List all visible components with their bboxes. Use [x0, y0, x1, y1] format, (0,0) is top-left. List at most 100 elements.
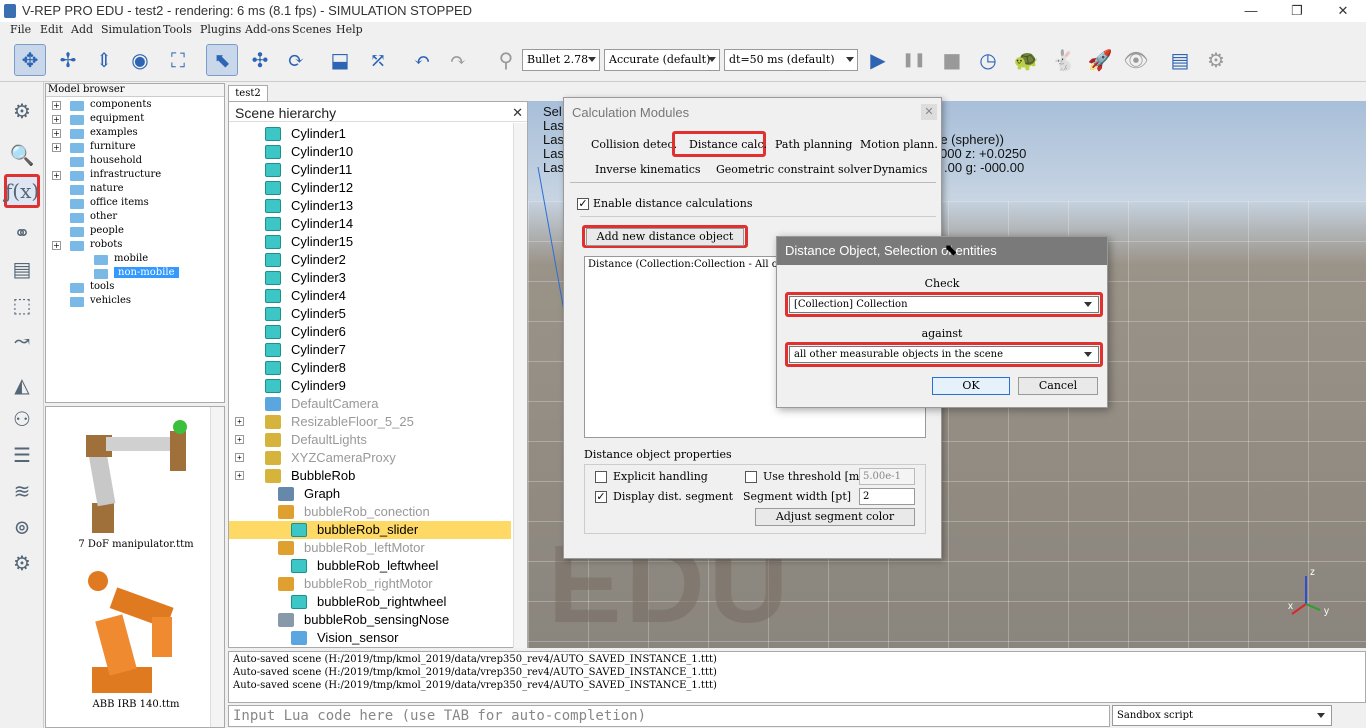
hierarchy-item[interactable]: Cylinder8	[229, 359, 511, 377]
scripts-icon[interactable]: ▤	[4, 252, 40, 286]
close-icon[interactable]: ✕	[512, 105, 523, 121]
layers-icon[interactable]: ≋	[4, 474, 40, 508]
dynamics-content-icon[interactable]: ⚲	[490, 44, 522, 76]
menu-add[interactable]: Add	[71, 23, 93, 36]
hierarchy-item[interactable]: Cylinder7	[229, 341, 511, 359]
hierarchy-item[interactable]: Vision_sensor	[229, 629, 511, 647]
timestep-select[interactable]: dt=50 ms (default)	[724, 49, 858, 71]
hierarchy-item[interactable]: Cylinder12	[229, 179, 511, 197]
menu-edit[interactable]: Edit	[40, 23, 63, 36]
hierarchy-item[interactable]: bubbleRob_conection	[229, 503, 511, 521]
hierarchy-item[interactable]: Cylinder9	[229, 377, 511, 395]
model-folder-item[interactable]: + furniture	[46, 141, 224, 155]
hierarchy-item[interactable]: bubbleRob_sensingNose	[229, 611, 511, 629]
tab-path-planning[interactable]: Path planning	[775, 138, 852, 151]
thumbnail-7dof[interactable]	[62, 413, 202, 537]
tab-collision-detection[interactable]: Collision detec.	[591, 138, 677, 151]
hierarchy-item[interactable]: + BubbleRob	[229, 467, 511, 485]
menu-file[interactable]: File	[10, 23, 31, 36]
assemble-icon[interactable]: ⬓	[324, 44, 356, 76]
page-selector-icon[interactable]: ▤	[1164, 44, 1196, 76]
expand-icon[interactable]: +	[235, 453, 244, 462]
close-button[interactable]: ✕	[1320, 0, 1366, 22]
thread-rendering-icon[interactable]: 🚀	[1084, 44, 1116, 76]
thumbnails-scrollbar[interactable]	[210, 407, 224, 727]
hierarchy-item[interactable]: Cylinder11	[229, 161, 511, 179]
pause-icon[interactable]: ❚❚	[898, 44, 930, 76]
scene-hierarchy-icon[interactable]: ☰	[4, 438, 40, 472]
collections-icon[interactable]: ⚭	[4, 216, 40, 250]
object-shift-icon[interactable]: ✣	[244, 44, 276, 76]
expand-icon[interactable]: +	[52, 241, 61, 250]
minimize-button[interactable]: —	[1228, 0, 1274, 22]
simulation-settings-icon[interactable]: ⚙	[4, 94, 40, 128]
play-icon[interactable]: ▶	[862, 44, 894, 76]
menu-scenes[interactable]: Scenes	[292, 23, 331, 36]
model-folder-item[interactable]: office items	[46, 197, 224, 211]
hierarchy-item[interactable]: Cylinder13	[229, 197, 511, 215]
transfer-dna-icon[interactable]: ⤱	[362, 44, 394, 76]
segment-width-input[interactable]: 2	[859, 488, 915, 505]
tab-motion-planning[interactable]: Motion plann.	[860, 138, 938, 151]
hierarchy-item[interactable]: bubbleRob_rightwheel	[229, 593, 511, 611]
check-entity-select[interactable]: [Collection] Collection	[789, 296, 1099, 313]
add-distance-object-button[interactable]: Add new distance object	[586, 228, 744, 246]
hierarchy-item[interactable]: bubbleRob_leftMotor	[229, 539, 511, 557]
model-folder-item[interactable]: + infrastructure	[46, 169, 224, 183]
hierarchy-item[interactable]: Cylinder10	[229, 143, 511, 161]
scene-selector-icon[interactable]: ⚙	[1200, 44, 1232, 76]
undo-icon[interactable]: ↶	[406, 44, 438, 76]
camera-pan-icon[interactable]: ✥	[14, 44, 46, 76]
slow-down-icon[interactable]: 🐢	[1010, 44, 1042, 76]
model-browser-icon[interactable]: ⚇	[4, 402, 40, 436]
use-threshold-checkbox[interactable]	[745, 471, 757, 483]
model-folder-item[interactable]: + examples	[46, 127, 224, 141]
against-entity-select[interactable]: all other measurable objects in the scen…	[789, 346, 1099, 363]
hierarchy-item[interactable]: bubbleRob_leftwheel	[229, 557, 511, 575]
enable-distance-checkbox[interactable]: ✓	[577, 198, 589, 210]
hierarchy-item[interactable]: Cylinder14	[229, 215, 511, 233]
realtime-icon[interactable]: ◷	[972, 44, 1004, 76]
expand-icon[interactable]: +	[52, 101, 61, 110]
tab-test2[interactable]: test2	[228, 85, 268, 102]
threshold-input[interactable]: 5.00e-1	[859, 468, 915, 485]
camera-shift-icon[interactable]: ⇕	[88, 44, 120, 76]
hierarchy-item[interactable]: bubbleRob_slider	[229, 521, 511, 539]
model-folder-item[interactable]: household	[46, 155, 224, 169]
hierarchy-item[interactable]: Cylinder6	[229, 323, 511, 341]
menu-help[interactable]: Help	[336, 23, 363, 36]
cancel-button[interactable]: Cancel	[1018, 377, 1098, 395]
script-select[interactable]: Sandbox script	[1112, 705, 1332, 726]
menu-simulation[interactable]: Simulation	[101, 23, 161, 36]
video-recorder-icon[interactable]: ⊚	[4, 510, 40, 544]
model-folder-item[interactable]: mobile	[46, 253, 224, 267]
expand-icon[interactable]: +	[52, 171, 61, 180]
expand-icon[interactable]: +	[52, 143, 61, 152]
hierarchy-item[interactable]: Graph	[229, 485, 511, 503]
camera-rotate-icon[interactable]: ✢	[52, 44, 84, 76]
restore-button[interactable]: ❐	[1274, 0, 1320, 22]
hierarchy-item[interactable]: Cylinder3	[229, 269, 511, 287]
close-icon[interactable]: ✕	[921, 104, 937, 120]
accuracy-select[interactable]: Accurate (default)	[604, 49, 720, 71]
hierarchy-item[interactable]: Cylinder2	[229, 251, 511, 269]
menu-tools[interactable]: Tools	[163, 23, 192, 36]
hierarchy-item[interactable]: Cylinder5	[229, 305, 511, 323]
object-rotate-icon[interactable]: ⟳	[280, 44, 312, 76]
hierarchy-item[interactable]: Cylinder4	[229, 287, 511, 305]
model-folder-item[interactable]: non-mobile	[46, 267, 224, 281]
model-folder-item[interactable]: people	[46, 225, 224, 239]
model-folder-item[interactable]: tools	[46, 281, 224, 295]
visualization-icon[interactable]: 👁	[1120, 44, 1152, 76]
display-segment-checkbox[interactable]: ✓	[595, 491, 607, 503]
hierarchy-item[interactable]: Cylinder15	[229, 233, 511, 251]
hierarchy-item[interactable]: bubbleRob_rightMotor	[229, 575, 511, 593]
ok-button[interactable]: OK	[932, 377, 1010, 395]
menu-addons[interactable]: Add-ons	[245, 23, 290, 36]
tab-inverse-kinematics[interactable]: Inverse kinematics	[595, 163, 701, 176]
camera-angle-icon[interactable]: ◉	[124, 44, 156, 76]
model-folder-item[interactable]: + components	[46, 99, 224, 113]
expand-icon[interactable]: +	[52, 129, 61, 138]
hierarchy-item[interactable]: Cylinder1	[229, 125, 511, 143]
calculation-modules-icon[interactable]: ƒ(x)	[4, 174, 40, 208]
